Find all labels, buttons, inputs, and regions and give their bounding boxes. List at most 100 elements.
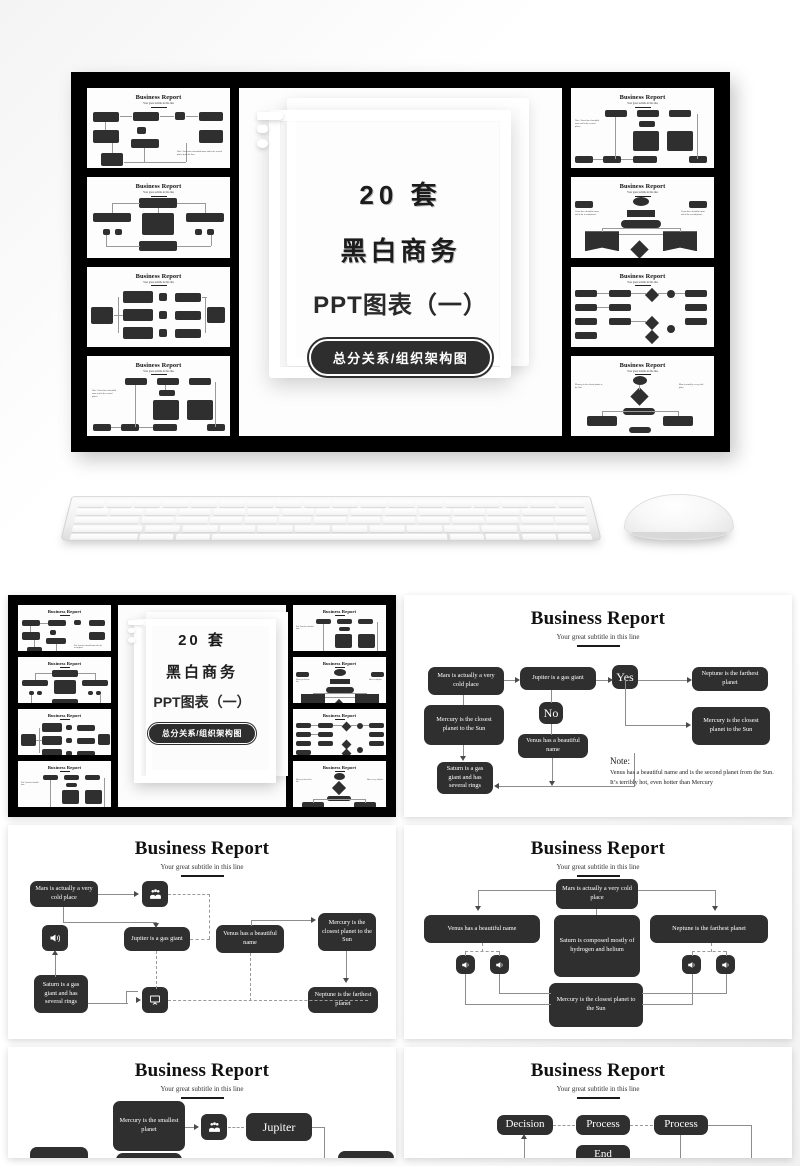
node-mars[interactable]: Mars is actually a very cold place <box>30 881 98 907</box>
node-mars[interactable]: Mars is actually a very cold place <box>428 667 504 695</box>
node-no[interactable]: No <box>539 702 563 724</box>
slide-card-flowchart-icons[interactable]: Business Report Your great subtitle in t… <box>8 825 396 1039</box>
node-mercury-left[interactable]: Mercury is the closest planet to the Sun <box>424 705 504 745</box>
board-thumb-5[interactable]: Business Report Note: Venus has a beauti… <box>293 605 386 651</box>
node-saturn[interactable]: Saturn is a gas giant and has several ri… <box>437 762 493 794</box>
node-saturn[interactable]: Saturn is composed mostly of hydrogen an… <box>554 915 640 977</box>
thumb-title: Business Report <box>18 713 111 718</box>
megaphone-icon[interactable] <box>42 925 68 951</box>
thumb-subtitle: Your great subtitle in this line <box>571 370 714 373</box>
slide-subtitle: Your great subtitle in this line <box>24 863 380 871</box>
node-mercury[interactable]: Mercury is the closest planet to the Sun <box>318 913 376 951</box>
slide-body: Business Report Your great subtitle in t… <box>404 595 792 817</box>
slide-title: Business Report <box>420 1060 776 1082</box>
slide-body: Business Report Your great subtitle in t… <box>404 1047 792 1158</box>
slide-title: Business Report <box>24 838 380 860</box>
node-extra-mid[interactable] <box>116 1153 182 1158</box>
board-thumb-3[interactable]: Business Report <box>18 709 111 755</box>
note-body: Venus has a beautiful name and is the se… <box>610 768 782 787</box>
node-venus[interactable]: Venus has a beautiful name <box>518 734 588 758</box>
node-decision[interactable]: Decision <box>497 1115 553 1135</box>
megaphone-icon-3[interactable] <box>682 955 701 974</box>
thumb-canvas: Note: Venus has a beautiful name and is … <box>87 374 230 432</box>
slide-card-flow-process[interactable]: Business Report Your great subtitle in t… <box>404 1047 792 1158</box>
node-process-1[interactable]: Process <box>576 1115 630 1135</box>
thumb-canvas: Mercury is closest to the Sun. Mars is a… <box>293 772 386 803</box>
thumb-title: Business Report <box>87 362 230 369</box>
grid-row-3: Business Report Your great subtitle in t… <box>8 1047 792 1158</box>
thumb-subtitle: Your great subtitle in this line <box>87 281 230 284</box>
board-thumb-2[interactable]: Business Report <box>18 657 111 703</box>
node-process-2[interactable]: Process <box>654 1115 708 1135</box>
node-extra-left[interactable] <box>30 1147 88 1158</box>
slide-card-flow-jupiter[interactable]: Business Report Your great subtitle in t… <box>8 1047 396 1158</box>
thumb-canvas <box>571 285 714 343</box>
thumb-canvas <box>18 668 111 699</box>
board-thumb-6[interactable]: Business Report Mercury is closest to Su… <box>293 657 386 703</box>
thumb-title: Business Report <box>87 273 230 280</box>
megaphone-icon-1[interactable] <box>456 955 475 974</box>
hero-thumb-5[interactable]: Business Report Your great subtitle in t… <box>571 88 714 168</box>
slide-card-grid: Business Report Note: Venus has a beauti… <box>8 595 792 1166</box>
orgchart-canvas: Mars is actually a very cold place Venus… <box>404 879 792 1039</box>
node-venus[interactable]: Venus has a beautiful name <box>216 925 284 953</box>
node-saturn[interactable]: Saturn is a gas giant and has several ri… <box>34 975 88 1013</box>
board-left-column: Business Report Note: Venus has a beauti… <box>18 605 111 807</box>
cover-board-card[interactable]: Business Report Note: Venus has a beauti… <box>8 595 396 817</box>
node-venus[interactable]: Venus has a beautiful name <box>424 915 540 943</box>
node-mercury[interactable]: Mercury is the closest planet to the Sun <box>549 983 643 1027</box>
thumb-canvas <box>293 720 386 751</box>
thumb-title: Business Report <box>571 273 714 280</box>
board-thumb-1[interactable]: Business Report Note: Venus has a beauti… <box>18 605 111 651</box>
slide-body: Business Report Your great subtitle in t… <box>404 825 792 1039</box>
hero-thumb-4[interactable]: Business Report Your great subtitle in t… <box>87 356 230 436</box>
slide-card-flowchart-decision[interactable]: Business Report Your great subtitle in t… <box>404 595 792 817</box>
thumb-canvas <box>87 285 230 343</box>
hero-thumb-6[interactable]: Business Report Your great subtitle in t… <box>571 177 714 257</box>
mouse-mockup <box>624 494 734 540</box>
thumb-subtitle: Your great subtitle in this line <box>571 102 714 105</box>
megaphone-icon-4[interactable] <box>716 955 735 974</box>
board-thumb-8[interactable]: Business Report Mercury is closest to th… <box>293 761 386 807</box>
hero-line-1: 20 套 <box>239 175 562 212</box>
thumb-canvas <box>18 720 111 751</box>
node-extra-right[interactable] <box>338 1151 394 1158</box>
hero-thumb-2[interactable]: Business Report Your great subtitle in t… <box>87 177 230 257</box>
board-center-title: 20 套 黑白商务 PPT图表（一） 总分关系/组织架构图 <box>118 605 286 807</box>
thumb-subtitle: Your great subtitle in this line <box>571 191 714 194</box>
users-icon[interactable] <box>201 1114 227 1140</box>
node-end[interactable]: End <box>576 1145 630 1158</box>
hero-thumb-3[interactable]: Business Report Your great subtitle in t… <box>87 267 230 347</box>
thumb-title: Business Report <box>293 713 386 718</box>
board-thumb-4[interactable]: Business Report Note: Venus has a beauti… <box>18 761 111 807</box>
hero-thumb-7[interactable]: Business Report Your great subtitle in t… <box>571 267 714 347</box>
megaphone-icon-2[interactable] <box>490 955 509 974</box>
slide-rule <box>577 1097 620 1099</box>
node-neptune[interactable]: Neptune is the farthest planet <box>692 667 768 691</box>
keyboard-mockup <box>60 496 602 541</box>
thumb-title: Business Report <box>18 661 111 666</box>
hero-thumb-8[interactable]: Business Report Your great subtitle in t… <box>571 356 714 436</box>
slide-card-org-chart[interactable]: Business Report Your great subtitle in t… <box>404 825 792 1039</box>
thumb-canvas: Venus has a beautiful name and is the se… <box>571 195 714 253</box>
slide-subtitle: Your great subtitle in this line <box>24 1085 380 1093</box>
hero-thumb-1[interactable]: Business Report Your great subtitle in t… <box>87 88 230 168</box>
node-jupiter[interactable]: Jupiter <box>246 1113 312 1141</box>
node-mercury-right[interactable]: Mercury is the closest planet to the Sun <box>692 707 770 745</box>
peripherals-mockup <box>0 478 800 573</box>
node-neptune[interactable]: Neptune is the farthest planet <box>650 915 768 943</box>
thumb-subtitle: Your great subtitle in this line <box>87 191 230 194</box>
node-jupiter[interactable]: Jupiter is a gas giant <box>124 927 190 951</box>
thumb-canvas: Mercury is closest to Sun. Mars is a col… <box>293 668 386 699</box>
presentation-icon[interactable] <box>142 987 168 1013</box>
thumb-title: Business Report <box>18 609 111 614</box>
node-jupiter[interactable]: Jupiter is a gas giant <box>520 667 596 690</box>
node-mercury[interactable]: Mercury is the smallest planet <box>113 1101 185 1151</box>
users-icon[interactable] <box>142 881 168 907</box>
board-thumb-7[interactable]: Business Report <box>293 709 386 755</box>
hero-left-thumb-column: Business Report Your great subtitle in t… <box>87 88 230 436</box>
slide-rule <box>577 645 620 647</box>
thumb-subtitle: Your great subtitle in this line <box>87 370 230 373</box>
node-mars[interactable]: Mars is actually a very cold place <box>556 879 638 909</box>
board-line-1: 20 套 <box>118 629 286 650</box>
